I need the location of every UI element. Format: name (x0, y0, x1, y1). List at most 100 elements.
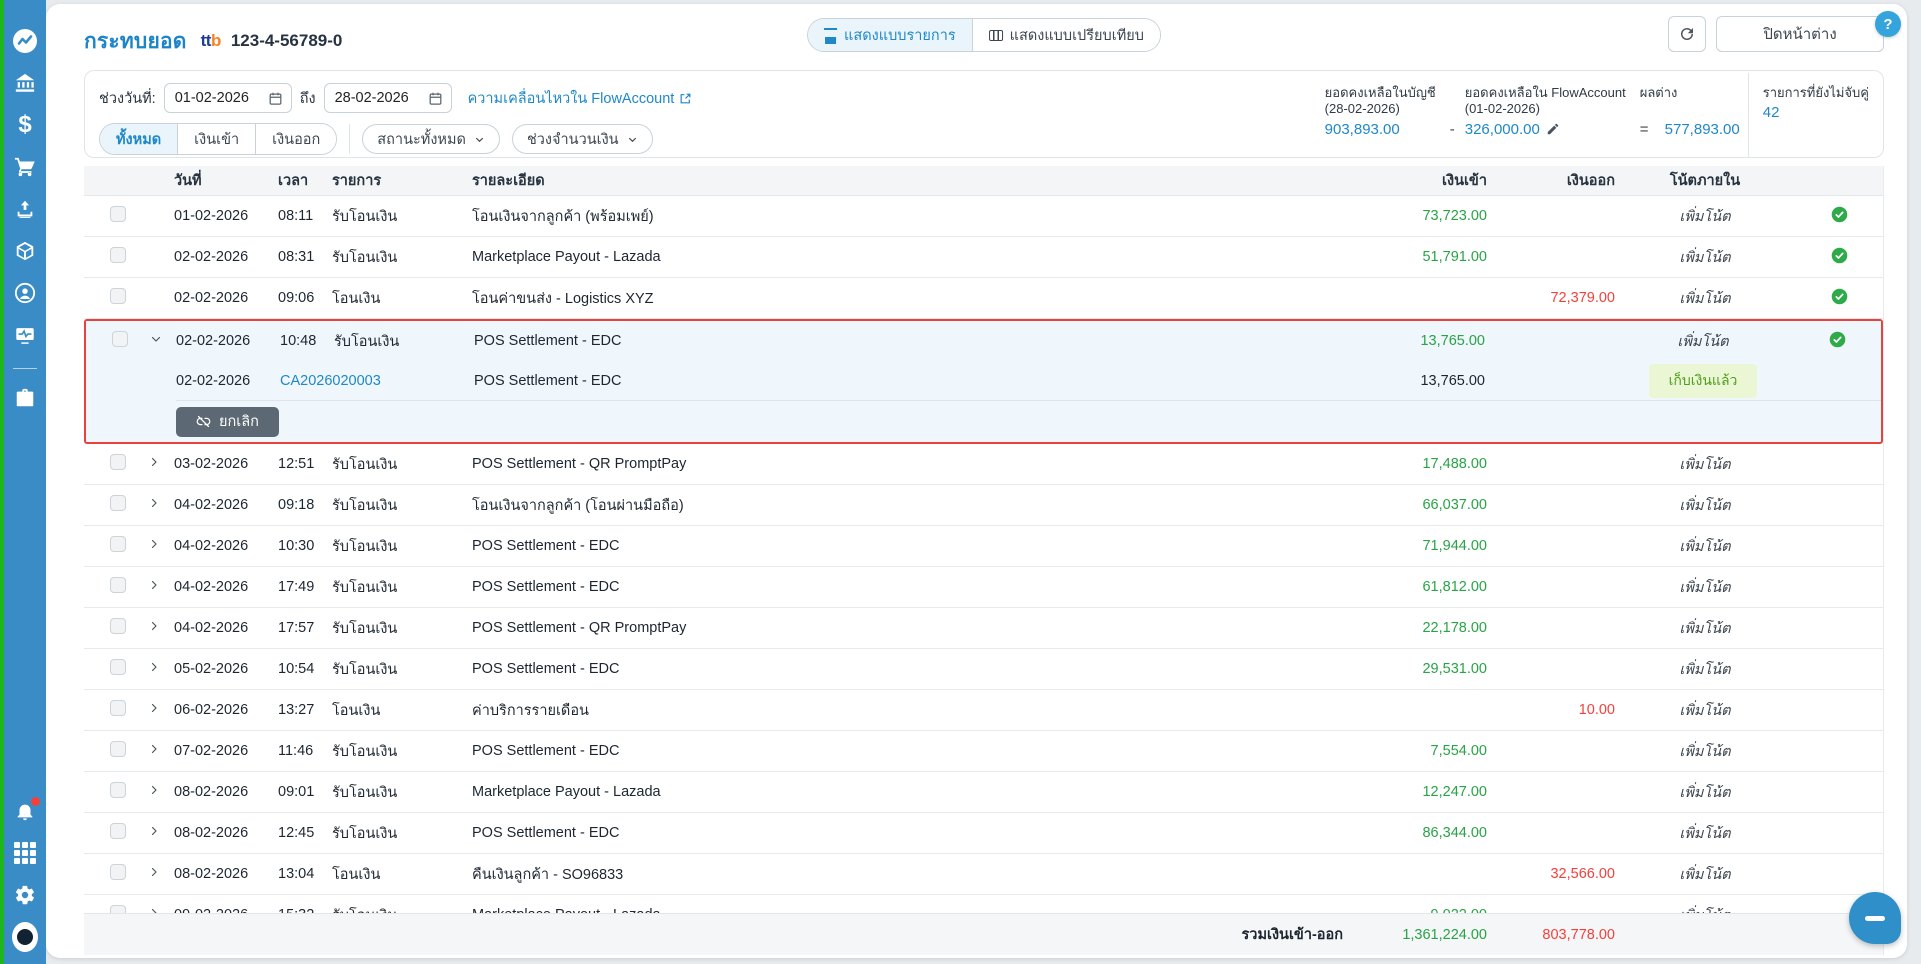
row-checkbox[interactable] (110, 454, 126, 470)
settings-gear-icon[interactable] (12, 882, 38, 908)
type-cell: รับโอนเงิน (332, 904, 472, 914)
row-checkbox[interactable] (112, 331, 128, 347)
row-checkbox[interactable] (110, 577, 126, 593)
expand-chevron-icon[interactable] (148, 743, 174, 759)
note-cell: เพิ่มโน้ต (1615, 863, 1795, 886)
row-checkbox[interactable] (110, 700, 126, 716)
expand-chevron-icon[interactable] (148, 497, 174, 513)
briefcase-icon[interactable] (12, 385, 38, 411)
notifications-bell-icon[interactable] (12, 798, 38, 824)
add-note-link[interactable]: เพิ่มโน้ต (1679, 662, 1730, 678)
matched-status-icon (1793, 331, 1881, 352)
date-to-input[interactable]: 28-02-2026 (324, 83, 452, 113)
edit-balance-button[interactable] (1546, 122, 1560, 136)
flowaccount-logo-icon[interactable] (12, 28, 38, 54)
reports-icon[interactable] (12, 322, 38, 348)
date-from-input[interactable]: 01-02-2026 (164, 83, 292, 113)
row-checkbox[interactable] (110, 536, 126, 552)
row-checkbox[interactable] (110, 288, 126, 304)
document-number-link[interactable]: CA2026020003 (280, 373, 474, 389)
add-note-link[interactable]: เพิ่มโน้ต (1679, 703, 1730, 719)
add-note-link[interactable]: เพิ่มโน้ต (1679, 209, 1730, 225)
note-cell: เพิ่มโน้ต (1615, 658, 1795, 681)
user-avatar[interactable] (12, 924, 38, 950)
unmatch-cancel-button[interactable]: ยกเลิก (176, 407, 279, 437)
time-cell: 10:30 (278, 538, 332, 554)
add-note-link[interactable]: เพิ่มโน้ต (1679, 908, 1730, 914)
transaction-row[interactable]: 07-02-202611:46รับโอนเงินPOS Settlement … (84, 731, 1883, 772)
chat-button[interactable] (1849, 892, 1901, 944)
transaction-row[interactable]: 04-02-202610:30รับโอนเงินPOS Settlement … (84, 526, 1883, 567)
add-note-link[interactable]: เพิ่มโน้ต (1679, 250, 1730, 266)
transaction-row[interactable]: 01-02-202608:11รับโอนเงินโอนเงินจากลูกค้… (84, 196, 1883, 237)
expand-chevron-icon[interactable] (148, 620, 174, 636)
transaction-row[interactable]: 04-02-202617:49รับโอนเงินPOS Settlement … (84, 567, 1883, 608)
add-note-link[interactable]: เพิ่มโน้ต (1679, 580, 1730, 596)
view-list-button[interactable]: แสดงแบบรายการ (808, 19, 972, 51)
add-note-link[interactable]: เพิ่มโน้ต (1679, 539, 1730, 555)
expand-chevron-icon[interactable] (148, 661, 174, 677)
add-note-link[interactable]: เพิ่มโน้ต (1679, 498, 1730, 514)
expand-chevron-icon[interactable] (148, 538, 174, 554)
row-checkbox[interactable] (110, 864, 126, 880)
bank-icon[interactable] (12, 70, 38, 96)
filter-tab-all[interactable]: ทั้งหมด (100, 124, 177, 154)
transaction-row[interactable]: 09-02-202615:32รับโอนเงินMarketplace Pay… (84, 895, 1883, 913)
row-checkbox[interactable] (110, 247, 126, 263)
col-header-detail: รายละเอียด (472, 169, 1357, 192)
add-note-link[interactable]: เพิ่มโน้ต (1679, 867, 1730, 883)
expand-chevron-icon[interactable] (148, 907, 174, 913)
row-checkbox[interactable] (110, 741, 126, 757)
row-checkbox[interactable] (110, 618, 126, 634)
close-window-button[interactable]: ปิดหน้าต่าง (1716, 16, 1884, 52)
refresh-button[interactable] (1668, 16, 1706, 52)
transaction-row[interactable]: 05-02-202610:54รับโอนเงินPOS Settlement … (84, 649, 1883, 690)
row-checkbox[interactable] (110, 206, 126, 222)
transaction-row[interactable]: 06-02-202613:27โอนเงินค่าบริการรายเดือน1… (84, 690, 1883, 731)
add-note-link[interactable]: เพิ่มโน้ต (1677, 334, 1728, 350)
flowaccount-movement-link[interactable]: ความเคลื่อนไหวใน FlowAccount (468, 87, 693, 110)
add-note-link[interactable]: เพิ่มโน้ต (1679, 785, 1730, 801)
total-money-in: 1,361,224.00 (1357, 927, 1487, 943)
cart-icon[interactable] (12, 154, 38, 180)
expand-chevron-icon[interactable] (148, 579, 174, 595)
add-note-link[interactable]: เพิ่มโน้ต (1679, 621, 1730, 637)
view-compare-button[interactable]: แสดงแบบเปรียบเทียบ (972, 19, 1160, 51)
transaction-row[interactable]: 02-02-202608:31รับโอนเงินMarketplace Pay… (84, 237, 1883, 278)
add-note-link[interactable]: เพิ่มโน้ต (1679, 826, 1730, 842)
upload-icon[interactable] (12, 196, 38, 222)
transaction-row[interactable]: 03-02-202612:51รับโอนเงินPOS Settlement … (84, 444, 1883, 485)
transaction-row[interactable]: 08-02-202609:01รับโอนเงินMarketplace Pay… (84, 772, 1883, 813)
collapse-chevron-icon[interactable] (150, 333, 162, 345)
contacts-icon[interactable] (12, 280, 38, 306)
inventory-package-icon[interactable] (12, 238, 38, 264)
amount-range-dropdown[interactable]: ช่วงจำนวนเงิน (512, 124, 653, 154)
add-note-link[interactable]: เพิ่มโน้ต (1679, 291, 1730, 307)
transaction-row[interactable]: 02-02-202609:06โอนเงินโอนค่าขนส่ง - Logi… (84, 278, 1883, 319)
transaction-row[interactable]: 08-02-202612:45รับโอนเงินPOS Settlement … (84, 813, 1883, 854)
row-checkbox[interactable] (110, 905, 126, 913)
transaction-row[interactable]: 08-02-202613:04โอนเงินคืนเงินลูกค้า - SO… (84, 854, 1883, 895)
money-icon[interactable]: $ (12, 112, 38, 138)
status-dropdown[interactable]: สถานะทั้งหมด (362, 124, 500, 154)
checkbox-cell (108, 577, 148, 597)
filter-tab-money-in[interactable]: เงินเข้า (177, 124, 255, 154)
apps-grid-icon[interactable] (12, 840, 38, 866)
row-checkbox[interactable] (110, 782, 126, 798)
transaction-row[interactable]: 04-02-202617:57รับโอนเงินPOS Settlement … (84, 608, 1883, 649)
expand-chevron-icon[interactable] (148, 702, 174, 718)
expand-chevron-icon[interactable] (148, 866, 174, 882)
add-note-link[interactable]: เพิ่มโน้ต (1679, 457, 1730, 473)
expand-chevron-icon[interactable] (148, 456, 174, 472)
row-checkbox[interactable] (110, 659, 126, 675)
transaction-row[interactable]: 04-02-202609:18รับโอนเงินโอนเงินจากลูกค้… (84, 485, 1883, 526)
expand-chevron-icon[interactable] (148, 784, 174, 800)
row-checkbox[interactable] (110, 823, 126, 839)
help-button[interactable]: ? (1875, 11, 1901, 37)
row-checkbox[interactable] (110, 495, 126, 511)
transaction-row-expanded[interactable]: 02-02-2026 10:48 รับโอนเงิน POS Settleme… (86, 321, 1881, 361)
rows-bottom-section: 03-02-202612:51รับโอนเงินPOS Settlement … (84, 444, 1883, 913)
expand-chevron-icon[interactable] (148, 825, 174, 841)
add-note-link[interactable]: เพิ่มโน้ต (1679, 744, 1730, 760)
filter-tab-money-out[interactable]: เงินออก (255, 124, 336, 154)
